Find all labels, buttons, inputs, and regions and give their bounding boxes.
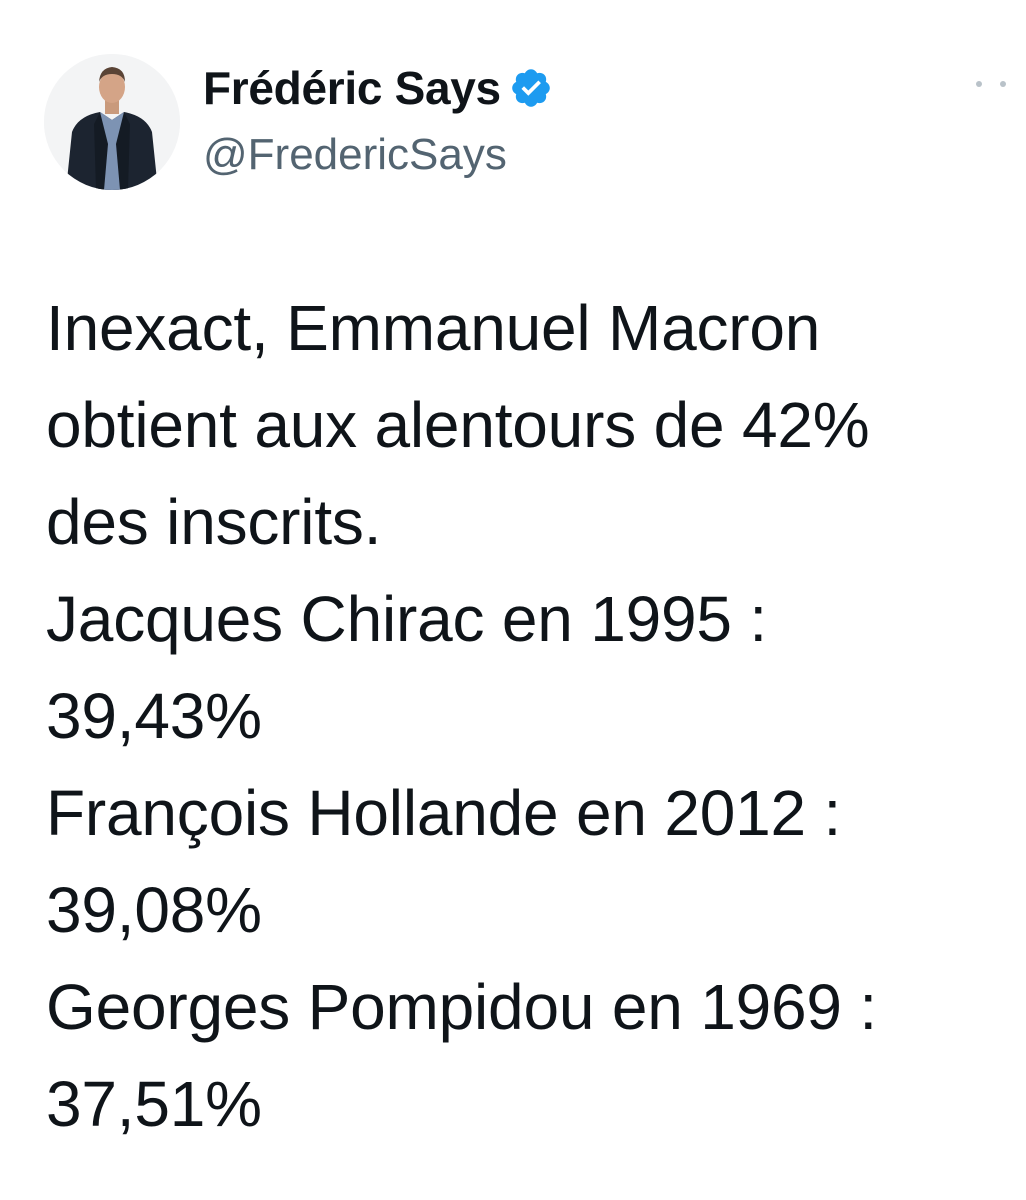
tweet-text-line: François Hollande en 2012 : bbox=[46, 777, 842, 849]
avatar-image bbox=[44, 54, 180, 190]
tweet-text-line: 39,43% bbox=[46, 680, 262, 752]
tweet-text-line: 37,51% bbox=[46, 1068, 262, 1140]
name-row: Frédéric Says bbox=[203, 58, 553, 118]
tweet-text-line: obtient aux alentours de 42% bbox=[46, 389, 870, 461]
more-options-icon[interactable] bbox=[976, 74, 1006, 94]
author-info: Frédéric Says @FredericSays bbox=[203, 58, 553, 180]
handle[interactable]: @FredericSays bbox=[203, 130, 553, 180]
verified-badge-icon bbox=[509, 66, 553, 110]
tweet-text-line: des inscrits. bbox=[46, 486, 382, 558]
more-dot bbox=[1000, 81, 1006, 87]
avatar[interactable] bbox=[44, 54, 180, 190]
display-name[interactable]: Frédéric Says bbox=[203, 61, 501, 115]
tweet-text-line: Jacques Chirac en 1995 : bbox=[46, 583, 767, 655]
tweet: Frédéric Says @FredericSays Inexact, Emm… bbox=[0, 0, 1026, 1200]
tweet-text-line: 39,08% bbox=[46, 874, 262, 946]
tweet-text-line: Georges Pompidou en 1969 : bbox=[46, 971, 877, 1043]
tweet-text: Inexact, Emmanuel Macron obtient aux ale… bbox=[46, 280, 1021, 1153]
tweet-text-line: Inexact, Emmanuel Macron bbox=[46, 292, 821, 364]
more-dot bbox=[976, 81, 982, 87]
